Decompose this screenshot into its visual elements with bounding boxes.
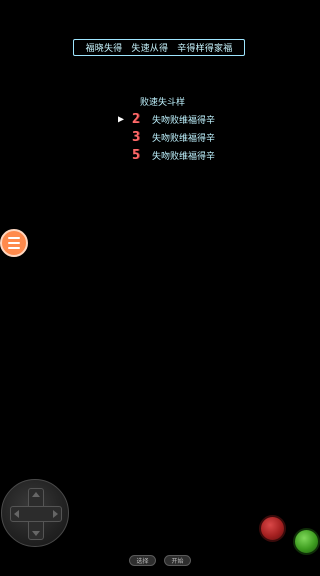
title-segment-3: 辛得样得家福 bbox=[177, 44, 233, 54]
dpad-up-icon[interactable] bbox=[32, 492, 40, 497]
a-button[interactable] bbox=[293, 528, 320, 555]
menu-item-label: 失吻败维福得辛 bbox=[152, 151, 216, 162]
menu-item-2[interactable]: ▶ 3 失吻败维福得辛 bbox=[118, 128, 258, 146]
title-segment-2: 失速从得 bbox=[131, 44, 169, 54]
menu-item-label: 失吻败维福得辛 bbox=[152, 115, 216, 126]
stage-select-menu: ▶ 2 失吻败维福得辛 ▶ 3 失吻败维福得辛 ▶ 5 失吻败维福得辛 bbox=[118, 110, 258, 164]
game-screen: 福晓失得 失速从得 辛得样得家福 败速失斗样 ▶ 2 失吻败维福得辛 ▶ 3 失… bbox=[0, 0, 320, 576]
hamburger-bar bbox=[8, 247, 20, 249]
dpad[interactable] bbox=[1, 479, 69, 547]
dpad-down-icon[interactable] bbox=[32, 531, 40, 536]
menu-item-number: 3 bbox=[132, 129, 140, 145]
select-button[interactable]: 选择 bbox=[129, 555, 156, 566]
b-button[interactable] bbox=[259, 515, 286, 542]
dpad-left-icon[interactable] bbox=[14, 510, 19, 518]
title-bar: 福晓失得 失速从得 辛得样得家福 bbox=[73, 39, 245, 56]
dpad-right-icon[interactable] bbox=[53, 510, 58, 518]
menu-item-label: 失吻败维福得辛 bbox=[152, 133, 216, 144]
menu-item-number: 2 bbox=[132, 111, 140, 127]
hamburger-bar bbox=[8, 242, 20, 244]
title-segment-1: 福晓失得 bbox=[85, 44, 123, 54]
selection-cursor-icon: ▶ bbox=[118, 113, 125, 125]
hamburger-menu-button[interactable] bbox=[0, 229, 28, 257]
hamburger-menu-icon bbox=[8, 237, 20, 239]
menu-item-number: 5 bbox=[132, 147, 140, 163]
start-button[interactable]: 开始 bbox=[164, 555, 191, 566]
menu-item-3[interactable]: ▶ 5 失吻败维福得辛 bbox=[118, 146, 258, 164]
menu-item-1[interactable]: ▶ 2 失吻败维福得辛 bbox=[118, 110, 258, 128]
menu-header: 败速失斗样 bbox=[140, 98, 186, 108]
